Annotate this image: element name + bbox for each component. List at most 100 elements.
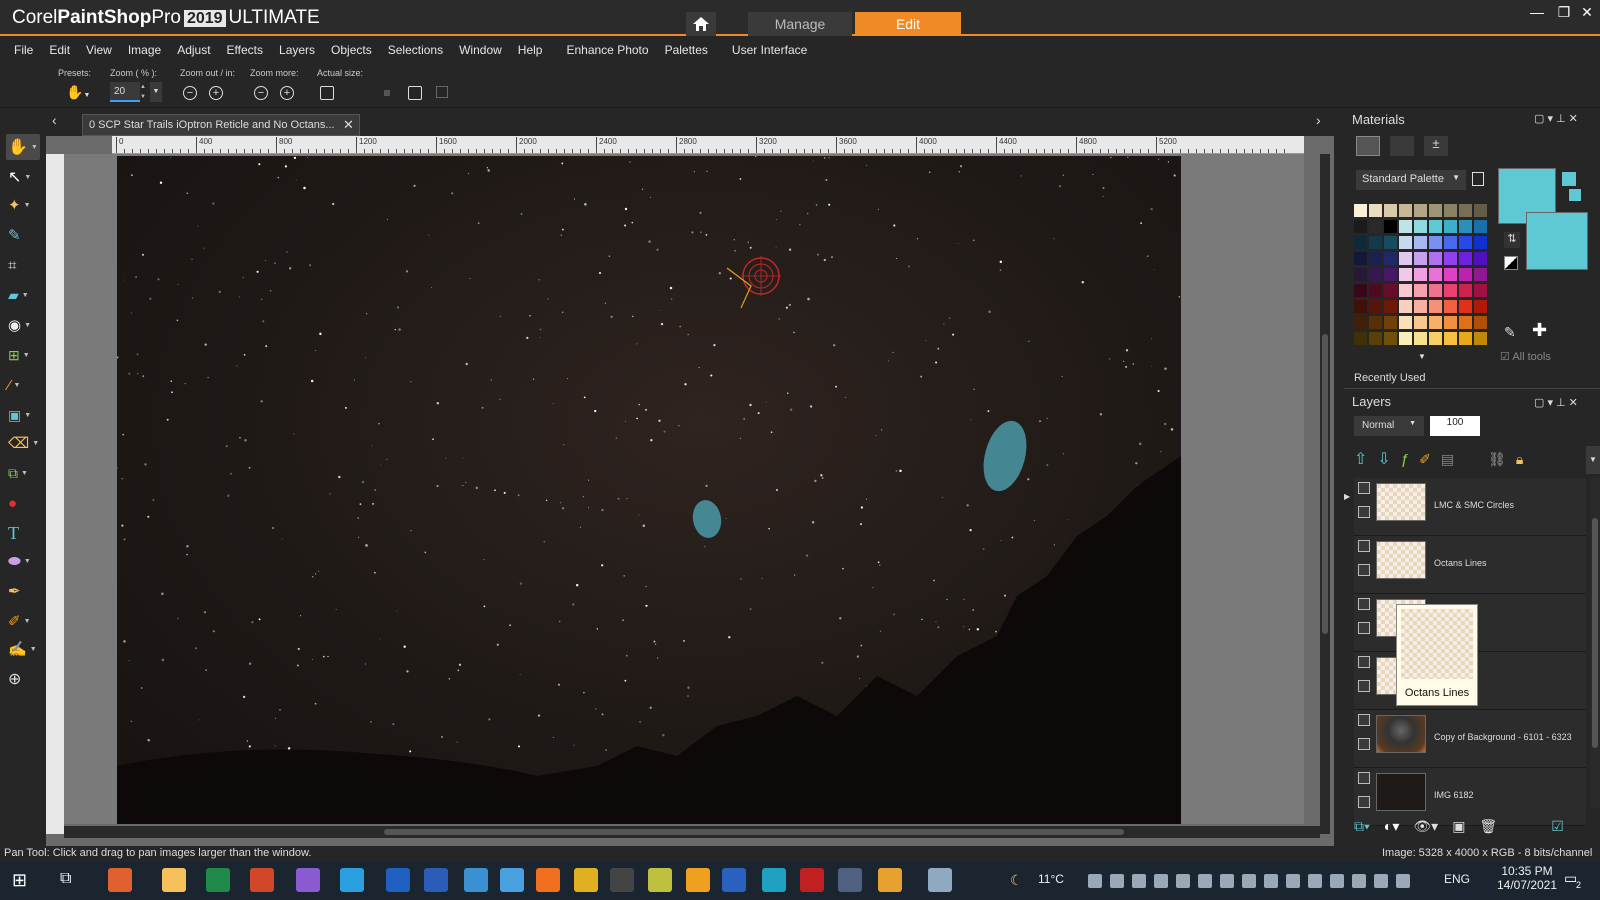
task-view-icon[interactable]: ⧉ (60, 870, 71, 888)
zoom-more-in-icon[interactable]: + (280, 86, 294, 100)
color-swatch[interactable] (1384, 332, 1397, 345)
horizontal-scrollbar[interactable] (64, 826, 1320, 838)
layers-scroll-thumb[interactable] (1592, 518, 1598, 748)
color-swatch[interactable] (1459, 220, 1472, 233)
menu-file[interactable]: File (6, 43, 41, 57)
pan-tool[interactable]: ✋ ▼ (6, 134, 40, 160)
color-swatch[interactable] (1429, 220, 1442, 233)
crop-tool[interactable]: ⌗ (6, 252, 40, 278)
color-picker-tab-icon[interactable]: ± (1424, 136, 1448, 156)
actual-size-icon[interactable] (320, 86, 334, 100)
makeover-tool[interactable]: ⊞ ▼ (6, 342, 40, 368)
close-button[interactable]: ✕ (1576, 3, 1598, 21)
opacity-input[interactable]: 100 (1430, 416, 1480, 436)
color-swatch[interactable] (1399, 316, 1412, 329)
color-swatch[interactable] (1414, 332, 1427, 345)
color-swatch[interactable] (1444, 284, 1457, 297)
color-swatch[interactable] (1354, 268, 1367, 281)
color-swatch[interactable] (1399, 268, 1412, 281)
fit-image-icon[interactable] (436, 86, 448, 98)
media-icon[interactable] (610, 868, 634, 892)
expand-group-icon[interactable]: ▶ (1344, 492, 1350, 501)
tab-scroll-left-icon[interactable]: ‹ (52, 112, 57, 128)
tray-icon[interactable] (1088, 874, 1102, 888)
new-raster-layer-icon[interactable]: ⧉▾ (1354, 818, 1370, 835)
tray-icon[interactable] (1264, 874, 1278, 888)
color-swatch[interactable] (1474, 300, 1487, 313)
file-explorer-icon[interactable] (162, 868, 186, 892)
color-swatch[interactable] (1414, 316, 1427, 329)
color-swatch[interactable] (1354, 332, 1367, 345)
color-swatch[interactable] (1474, 284, 1487, 297)
color-swatch[interactable] (1444, 332, 1457, 345)
color-swatch[interactable] (1354, 236, 1367, 249)
gradient-tab-icon[interactable] (1390, 136, 1414, 156)
image-canvas[interactable] (117, 156, 1181, 824)
color-swatch[interactable] (1444, 252, 1457, 265)
color-swatch[interactable] (1474, 316, 1487, 329)
add-swatch-icon[interactable]: ✚ (1532, 320, 1547, 341)
fit-small-icon[interactable] (384, 90, 390, 96)
color-swatch[interactable] (1414, 252, 1427, 265)
properties-icon[interactable]: ▣ (1452, 818, 1465, 835)
tray-icon[interactable] (1374, 874, 1388, 888)
color-swatch[interactable] (1369, 268, 1382, 281)
photos-icon[interactable] (878, 868, 902, 892)
color-swatch[interactable] (1399, 220, 1412, 233)
color-swatch[interactable] (1384, 300, 1397, 313)
color-swatch[interactable] (1459, 332, 1472, 345)
color-swatch[interactable] (1369, 284, 1382, 297)
color-swatch[interactable] (1444, 204, 1457, 217)
materials-panel-controls-icon[interactable]: ▢ ▾ ⊥ ✕ (1534, 112, 1578, 125)
color-swatch[interactable] (1444, 220, 1457, 233)
color-swatch[interactable] (1429, 316, 1442, 329)
edge-icon[interactable] (762, 868, 786, 892)
color-swatch[interactable] (1459, 204, 1472, 217)
tab-edit[interactable]: Edit (855, 12, 961, 36)
color-swatch[interactable] (1414, 268, 1427, 281)
zoom-dropdown-icon[interactable]: ▼ (150, 82, 162, 102)
tray-icon[interactable] (1286, 874, 1300, 888)
color-swatch[interactable] (1444, 316, 1457, 329)
tray-icon[interactable] (1242, 874, 1256, 888)
zoom-more-out-icon[interactable]: − (254, 86, 268, 100)
color-swatch[interactable] (1369, 220, 1382, 233)
new-layer-icon[interactable]: ⇧ (1354, 449, 1367, 469)
layer-visibility-off-icon[interactable] (1358, 738, 1370, 750)
color-swatch[interactable] (1384, 316, 1397, 329)
layer-row[interactable]: LMC & SMC Circles (1354, 478, 1586, 536)
chrome-icon[interactable] (574, 868, 598, 892)
dodge-tool[interactable]: ⌫ ▼ (6, 430, 40, 456)
delete-layer-icon[interactable]: 🗑︎ (1479, 818, 1497, 835)
layers-scrollbar[interactable] (1590, 478, 1600, 808)
mask-layer-icon[interactable]: ◐▾ (1384, 818, 1399, 835)
horizontal-scroll-thumb[interactable] (384, 829, 1124, 835)
scratch-remover-tool[interactable]: ▣ ▼ (6, 402, 40, 428)
swatches-scroll-icon[interactable]: ▼ (1418, 352, 1426, 361)
color-swatch[interactable] (1459, 300, 1472, 313)
pen-tool[interactable]: ✒ (6, 578, 40, 604)
layer-visibility-eye-icon[interactable] (1358, 622, 1370, 634)
windows-start-icon[interactable]: ⊞ (12, 870, 27, 891)
minimize-button[interactable]: — (1526, 3, 1548, 21)
lock-icon[interactable]: 🔒︎ (1516, 451, 1523, 468)
color-swatch[interactable] (1384, 220, 1397, 233)
color-swatch[interactable] (1444, 268, 1457, 281)
color-swatch[interactable] (1459, 268, 1472, 281)
color-swatch[interactable] (1354, 252, 1367, 265)
menu-view[interactable]: View (78, 43, 120, 57)
document-tab-close-icon[interactable]: ✕ (343, 117, 354, 133)
menu-enhance-photo[interactable]: Enhance Photo (558, 43, 656, 57)
tray-icon[interactable] (1132, 874, 1146, 888)
clone-brush-tool[interactable]: ⁄ ▼ (6, 372, 40, 398)
color-swatch[interactable] (1474, 332, 1487, 345)
visibility-icon[interactable]: 👁︎▾ (1413, 818, 1438, 835)
menu-selections[interactable]: Selections (380, 43, 451, 57)
firefox-icon[interactable] (536, 868, 560, 892)
color-swatch[interactable] (1399, 236, 1412, 249)
tray-icon[interactable] (1176, 874, 1190, 888)
color-swatch[interactable] (1399, 300, 1412, 313)
palette-select[interactable]: Standard Palette ▼ (1356, 170, 1466, 190)
swap-colors-icon[interactable]: ⇅ (1504, 232, 1520, 248)
adjustment-layer-icon[interactable]: ƒ (1401, 451, 1409, 468)
